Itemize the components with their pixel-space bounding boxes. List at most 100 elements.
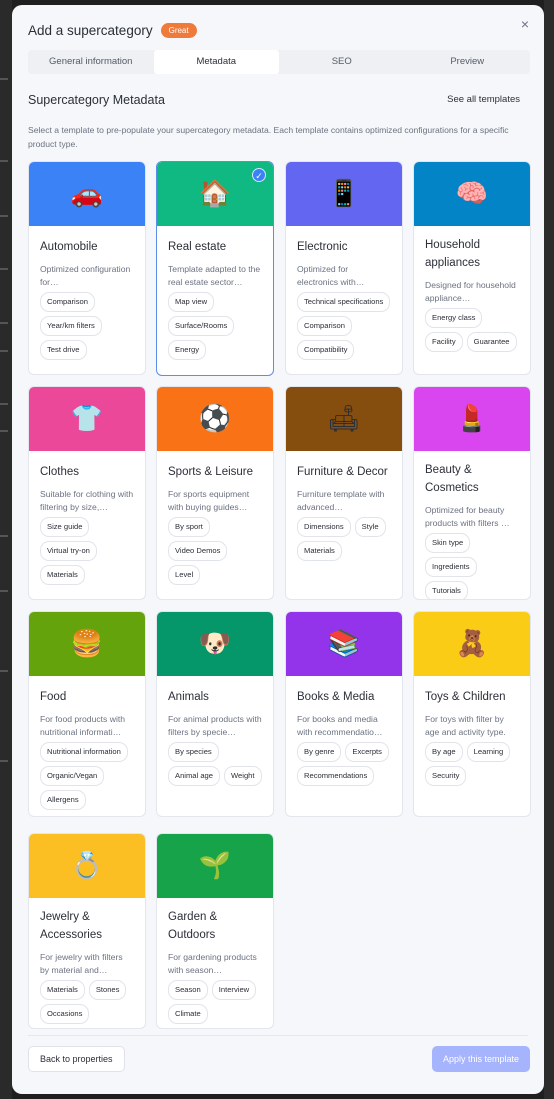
apply-template-button[interactable]: Apply this template <box>431 1046 530 1072</box>
template-description: Designed for household appliance… <box>425 280 516 303</box>
template-name: Household appliances <box>425 239 480 269</box>
template-card-header: 🌱 <box>157 834 273 898</box>
template-tags: By genre Excerpts Recommendations <box>297 742 391 786</box>
template-card[interactable]: 🐶 Animals For animal products with filters… <box>156 611 274 817</box>
template-description: For gardening products with season… <box>168 952 257 975</box>
template-card[interactable]: 💄 Beauty & Cosmetics Optimized for beauty … <box>413 386 531 600</box>
template-card-header: 🏠 ✓ <box>157 162 273 226</box>
house-icon: 🏠 <box>198 179 232 209</box>
feature-tag: Excerpts <box>345 742 389 762</box>
template-tags: Map view Surface/Rooms Energy <box>168 292 262 360</box>
feature-tag: By age <box>425 742 463 762</box>
template-tags: Nutritional information Organic/Vegan Alle… <box>40 742 134 810</box>
template-card-header: 🧸 <box>414 612 530 676</box>
template-name: Animals <box>168 691 209 703</box>
modal-title: Add a supercategory <box>28 23 153 38</box>
template-tags: Technical specifications Comparison Compat… <box>297 292 391 360</box>
template-description: For food products with nutritional infor… <box>40 714 126 737</box>
car-icon: 🚗 <box>70 179 104 209</box>
tab-general-information[interactable]: General information <box>28 50 154 74</box>
template-card-header: 📚 <box>286 612 402 676</box>
template-card[interactable]: 🍔 Food For food products with nutritional … <box>28 611 146 817</box>
close-icon[interactable]: × <box>518 17 532 31</box>
template-card[interactable]: 🏠 ✓ Real estate Template adapted to the rea… <box>156 161 274 376</box>
template-name: Jewelry & Accessories <box>40 911 102 941</box>
template-name: Furniture & Decor <box>297 466 388 478</box>
template-description: Furniture template with advanced… <box>297 489 385 512</box>
couch-icon: 🛋 <box>327 404 361 434</box>
template-name: Real estate <box>168 241 227 253</box>
feature-tag: Facility <box>425 332 463 352</box>
feature-tag: Recommendations <box>297 766 375 786</box>
template-name: Clothes <box>40 466 79 478</box>
feature-tag: Security <box>425 766 467 786</box>
footer-divider <box>28 1035 528 1036</box>
feature-tag: Materials <box>40 565 85 585</box>
feature-tag: Materials <box>297 541 342 561</box>
template-description: For jewelry with filters by material and… <box>40 952 123 975</box>
tab-preview[interactable]: Preview <box>405 50 531 74</box>
feature-tag: Virtual try-on <box>40 541 97 561</box>
lipstick-icon: 💄 <box>455 404 489 434</box>
feature-tag: Climate <box>168 1004 208 1024</box>
template-name: Food <box>40 691 67 703</box>
feature-tag: By genre <box>297 742 342 762</box>
template-description: Template adapted to the real estate sect… <box>168 264 261 287</box>
template-tags: By sport Video Demos Level <box>168 517 262 585</box>
template-card[interactable]: 🧸 Toys & Children For toys with filter by … <box>413 611 531 817</box>
feature-tag: Video Demos <box>168 541 228 561</box>
template-card[interactable]: 🌱 Garden & Outdoors For gardening products… <box>156 833 274 1029</box>
feature-tag: Season <box>168 980 208 1000</box>
template-card[interactable]: 💍 Jewelry & Accessories For jewelry with f… <box>28 833 146 1029</box>
books-icon: 📚 <box>327 629 361 659</box>
template-card[interactable]: 🧠 Household appliances Designed for househ… <box>413 161 531 375</box>
template-description: Suitable for clothing with filtering by … <box>40 489 134 512</box>
supercategory-modal: × Add a supercategory Great General info… <box>12 5 544 1094</box>
feature-tag: Organic/Vegan <box>40 766 105 786</box>
template-name: Toys & Children <box>425 691 506 703</box>
template-card-header: 👕 <box>29 387 145 451</box>
checkmark-icon: ✓ <box>252 168 266 182</box>
tab-seo[interactable]: SEO <box>279 50 405 74</box>
template-card-header: 💄 <box>414 387 530 451</box>
feature-tag: Ingredients <box>425 557 477 577</box>
feature-tag: Test drive <box>40 340 87 360</box>
feature-tag: By sport <box>168 517 210 537</box>
template-card[interactable]: 🛋 Furniture & Decor Furniture template wit… <box>285 386 403 600</box>
teddy-bear-icon: 🧸 <box>455 629 489 659</box>
template-card-header: 🛋 <box>286 387 402 451</box>
template-description: Optimized for beauty products with filte… <box>425 505 510 528</box>
section-title: Supercategory Metadata <box>28 93 165 107</box>
feature-tag: Size guide <box>40 517 90 537</box>
tab-metadata[interactable]: Metadata <box>153 50 279 74</box>
see-all-templates-link[interactable]: See all templates <box>447 94 520 105</box>
phone-icon: 📱 <box>327 179 361 209</box>
template-name: Electronic <box>297 241 348 253</box>
template-card[interactable]: 👕 Clothes Suitable for clothing with filte… <box>28 386 146 600</box>
feature-tag: Style <box>354 517 386 537</box>
soccer-ball-icon: ⚽ <box>198 404 232 434</box>
template-tags: Season Interview Climate <box>168 980 262 1024</box>
feature-tag: Surface/Rooms <box>168 316 235 336</box>
modal-header: Add a supercategory Great <box>28 23 197 38</box>
feature-tag: Learning <box>466 742 511 762</box>
template-name: Books & Media <box>297 691 375 703</box>
feature-tag: Materials <box>40 980 85 1000</box>
seedling-icon: 🌱 <box>198 851 232 881</box>
template-card-header: ⚽ <box>157 387 273 451</box>
feature-tag: Skin type <box>425 533 471 553</box>
template-card[interactable]: 📱 Electronic Optimized for electronics wit… <box>285 161 403 375</box>
tab-bar: General information Metadata SEO Preview <box>28 50 530 74</box>
back-to-properties-button[interactable]: Back to properties <box>28 1046 125 1072</box>
feature-tag: Nutritional information <box>40 742 128 762</box>
template-card-header: 🧠 <box>414 162 530 226</box>
feature-tag: Guarantee <box>466 332 517 352</box>
backdrop-left <box>0 0 12 1099</box>
template-description: For animal products with filters by spec… <box>168 714 262 737</box>
template-card-header: 🚗 <box>29 162 145 226</box>
template-card[interactable]: ⚽ Sports & Leisure For sports equipment wi… <box>156 386 274 600</box>
template-card[interactable]: 🚗 Automobile Optimized configuration for… C… <box>28 161 146 375</box>
template-card[interactable]: 📚 Books & Media For books and media with r… <box>285 611 403 817</box>
feature-tag: Energy class <box>425 308 483 328</box>
template-name: Automobile <box>40 241 98 253</box>
